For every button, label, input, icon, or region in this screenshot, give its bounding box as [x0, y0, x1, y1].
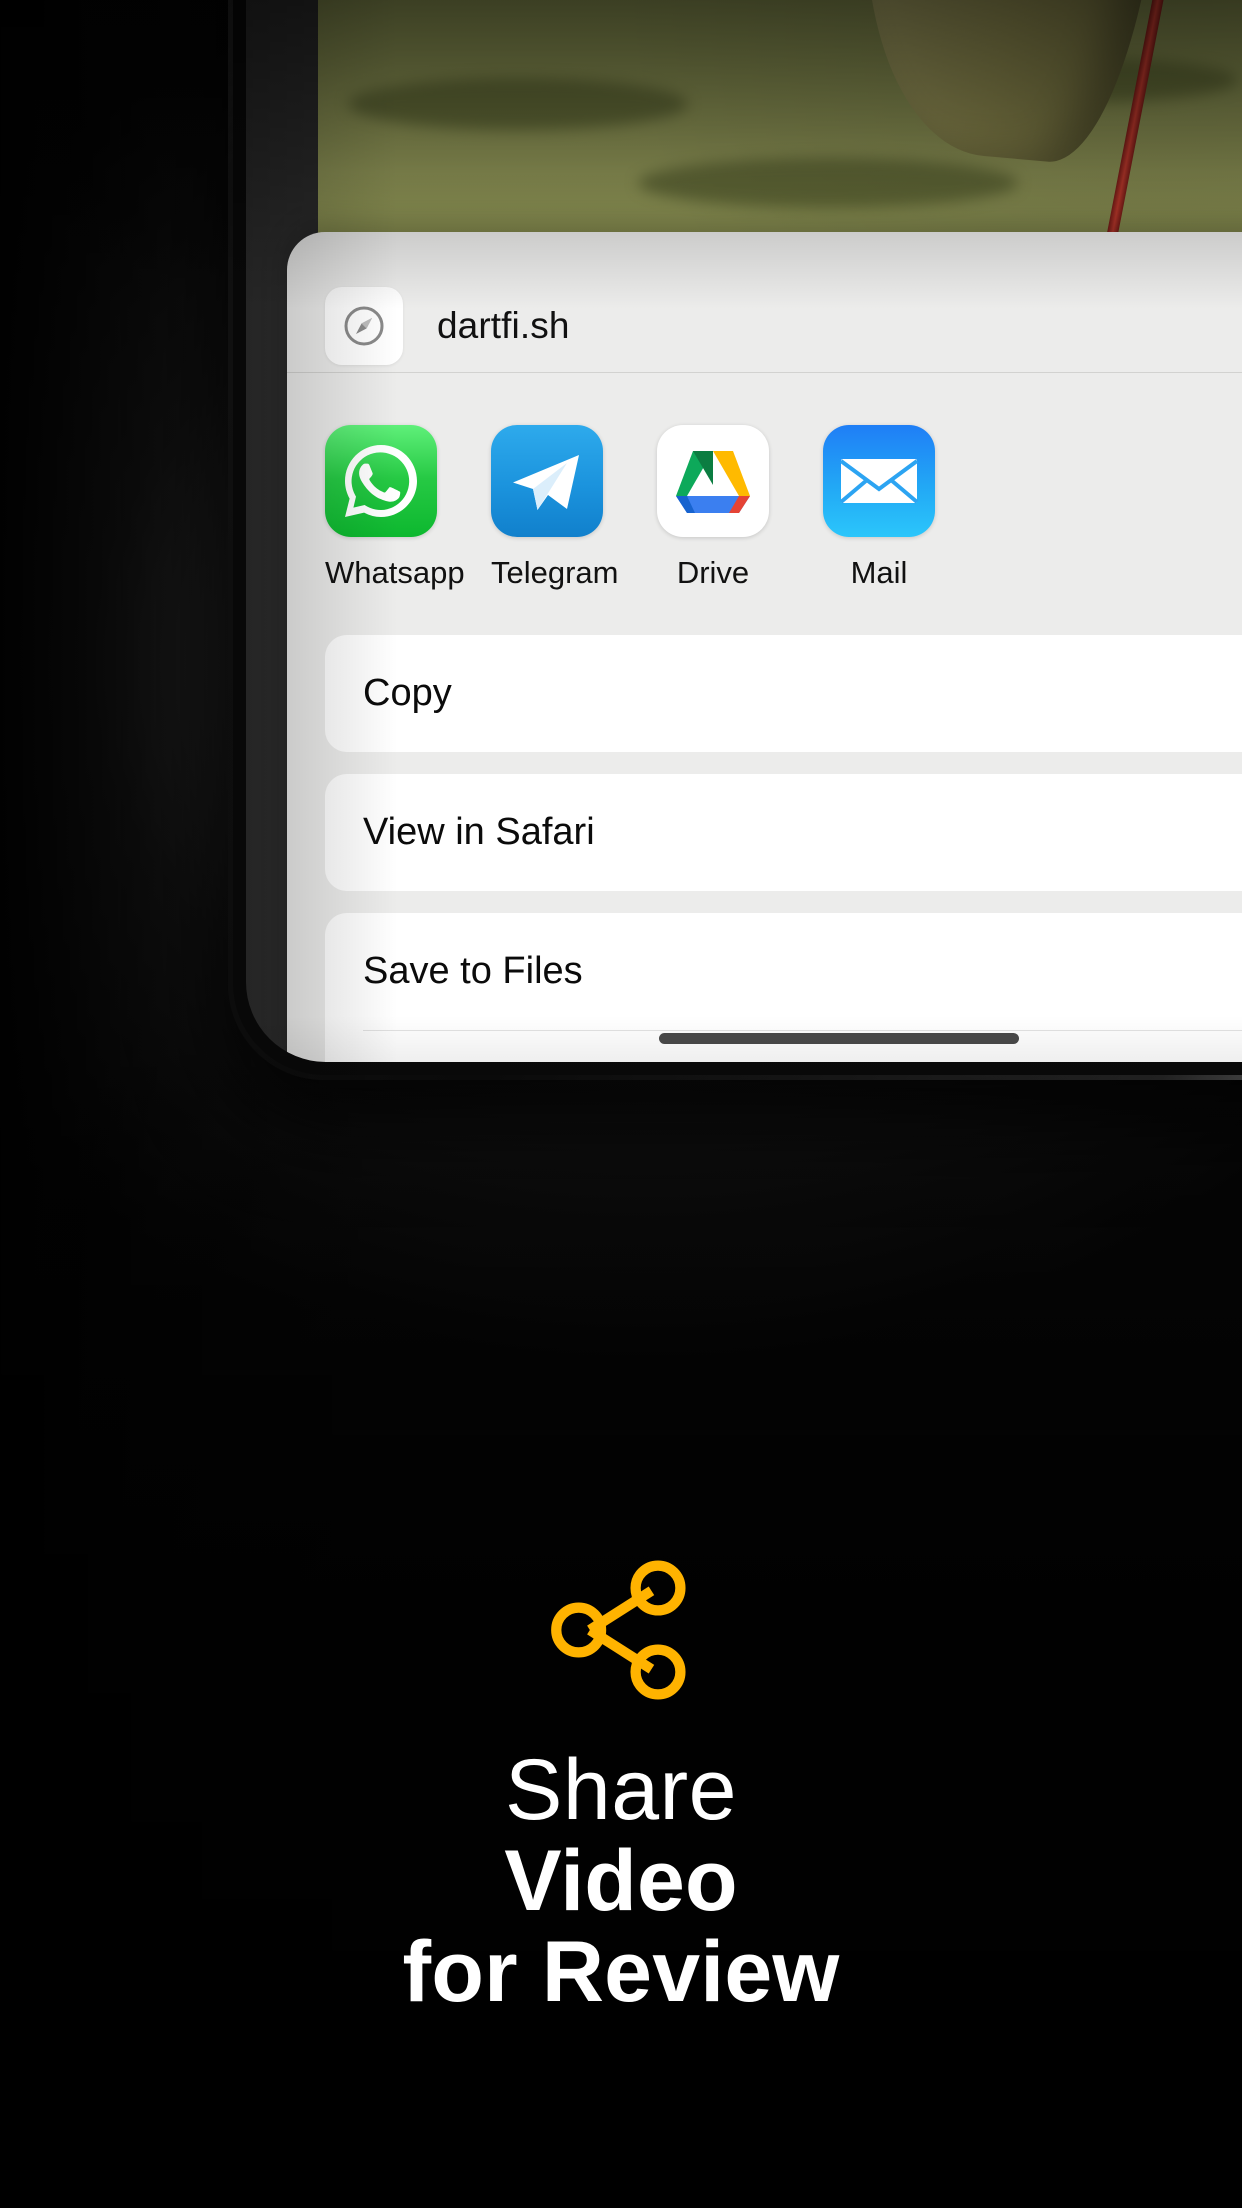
app-label: Drive [676, 555, 750, 590]
share-app-telegram[interactable]: Telegram [491, 425, 619, 621]
marketing-stage: dartfi.sh Whatsapp Telegram Drive Mail C… [0, 0, 1242, 2208]
action-group: Copy [325, 635, 1242, 752]
phone-device: dartfi.sh Whatsapp Telegram Drive Mail C… [228, 0, 1242, 1080]
caption-line-2: Video [504, 1833, 738, 1930]
phone-screen: dartfi.sh Whatsapp Telegram Drive Mail C… [246, 0, 1242, 1062]
share-app-mail[interactable]: Mail [823, 425, 935, 621]
share-network-icon [551, 1560, 686, 1700]
caption-line-1: Share [505, 1742, 737, 1838]
safari-compass-icon [325, 287, 403, 365]
mail-icon [823, 425, 935, 537]
telegram-icon [491, 425, 603, 537]
caption-block: Share Video for Review [0, 1560, 1242, 2018]
share-action-list: Copy View in Safari Save to Files Save t… [287, 621, 1242, 1062]
home-indicator[interactable] [658, 1033, 1019, 1044]
app-label: Mail [850, 555, 908, 590]
share-sheet: dartfi.sh Whatsapp Telegram Drive Mail C… [287, 232, 1242, 1062]
share-app-drive[interactable]: Drive [657, 425, 769, 621]
share-sheet-header[interactable]: dartfi.sh [287, 232, 1242, 372]
action-group: View in Safari [325, 774, 1242, 891]
share-app-whatsapp[interactable]: Whatsapp [325, 425, 465, 621]
phone-bezel: dartfi.sh Whatsapp Telegram Drive Mail C… [233, 0, 1242, 1075]
action-view-in-safari[interactable]: View in Safari [325, 774, 1242, 891]
google-drive-icon [657, 425, 769, 537]
caption-line-3: for Review [402, 1924, 840, 2021]
app-label: Telegram [491, 555, 619, 590]
whatsapp-icon [325, 425, 437, 537]
app-label: Whatsapp [325, 555, 465, 590]
share-url-text: dartfi.sh [437, 305, 570, 346]
share-app-row: Whatsapp Telegram Drive Mail [287, 373, 1242, 621]
action-copy[interactable]: Copy [325, 635, 1242, 752]
action-save-to-files[interactable]: Save to Files [325, 913, 1242, 1030]
